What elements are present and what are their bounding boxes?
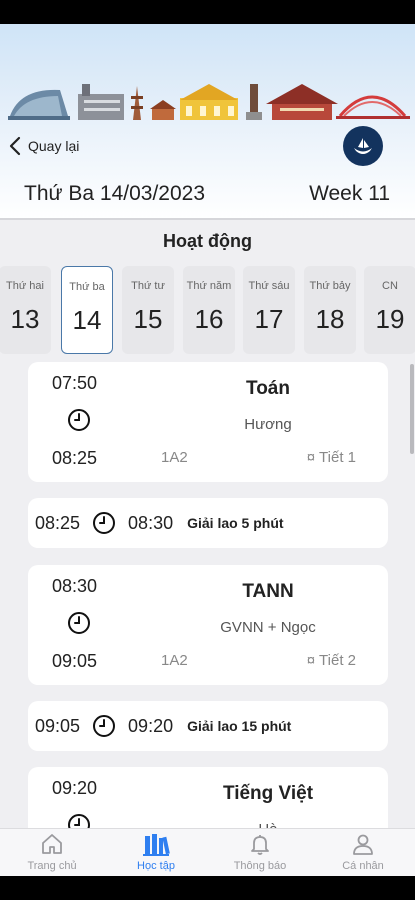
day-date: 13 bbox=[10, 304, 40, 334]
clock-icon bbox=[68, 814, 90, 828]
break-label: Giải lao 15 phút bbox=[187, 718, 292, 734]
current-date-title: Thứ Ba 14/03/2023 bbox=[24, 182, 206, 205]
lesson-teacher: GVNN + Ngọc bbox=[220, 619, 316, 636]
lesson-subject: Tiếng Việt bbox=[222, 783, 314, 804]
break-start-time: 09:05 bbox=[35, 715, 81, 736]
app-screen: Quay lại Thứ Ba 14/03/2023 Week 11 Hoạt … bbox=[0, 24, 415, 876]
day-wednesday[interactable]: Thứ tư 15 bbox=[122, 266, 174, 354]
tab-label: Trang chủ bbox=[27, 860, 77, 872]
home-indicator-bar bbox=[0, 876, 415, 900]
day-date: 14 bbox=[72, 305, 102, 335]
lesson-card[interactable]: 09:20 Tiếng Việt Hà bbox=[28, 767, 388, 828]
break-start-time: 08:25 bbox=[35, 512, 81, 533]
lesson-start-time: 07:50 bbox=[52, 373, 98, 393]
lesson-start-time: 08:30 bbox=[52, 576, 98, 596]
tab-label: Cá nhân bbox=[342, 860, 384, 872]
header-banner: Quay lại Thứ Ba 14/03/2023 Week 11 bbox=[0, 24, 415, 219]
lesson-end-time: 09:05 bbox=[52, 651, 98, 671]
day-thursday[interactable]: Thứ năm 16 bbox=[183, 266, 235, 354]
tab-label: Thông báo bbox=[233, 860, 287, 872]
day-name: CN bbox=[382, 280, 398, 292]
school-logo bbox=[343, 126, 383, 166]
day-name: Thứ sáu bbox=[248, 280, 290, 292]
day-tuesday[interactable]: Thứ ba 14 bbox=[61, 266, 113, 354]
bottom-tab-bar: Trang chủ Học tập Thông báo Cá nhân bbox=[0, 828, 415, 876]
home-icon bbox=[42, 834, 62, 854]
lesson-card[interactable]: 07:50 08:25 Toán Hương 1A2 ¤ Tiết 1 bbox=[28, 362, 388, 482]
day-sunday[interactable]: CN 19 bbox=[364, 266, 415, 354]
lesson-end-time: 08:25 bbox=[52, 448, 98, 468]
chevron-left-icon bbox=[9, 136, 21, 156]
clock-icon bbox=[93, 512, 116, 534]
lesson-room: 1A2 bbox=[161, 652, 188, 669]
status-bar bbox=[0, 0, 415, 24]
schedule-list[interactable]: 07:50 08:25 Toán Hương 1A2 ¤ Tiết 1 08:2… bbox=[0, 362, 415, 828]
lesson-subject: TANN bbox=[242, 581, 294, 602]
tab-home[interactable]: Trang chủ bbox=[0, 829, 104, 876]
break-card: 08:25 08:30 Giải lao 5 phút bbox=[28, 498, 388, 548]
day-date: 16 bbox=[194, 304, 224, 334]
lesson-period: ¤ Tiết 2 bbox=[306, 652, 356, 669]
week-label: Week 11 bbox=[309, 182, 390, 205]
day-name: Thứ tư bbox=[131, 280, 165, 292]
tab-study[interactable]: Học tập bbox=[104, 829, 208, 876]
bell-icon bbox=[251, 835, 269, 855]
lesson-subject: Toán bbox=[246, 378, 290, 399]
week-day-selector: Thứ hai 13 Thứ ba 14 Thứ tư 15 Thứ năm 1… bbox=[0, 264, 415, 356]
day-date: 15 bbox=[133, 304, 163, 334]
tab-profile[interactable]: Cá nhân bbox=[311, 829, 415, 876]
day-name: Thứ năm bbox=[186, 280, 232, 292]
user-icon bbox=[353, 834, 373, 855]
lesson-teacher: Hà bbox=[148, 821, 388, 828]
day-saturday[interactable]: Thứ bảy 18 bbox=[304, 266, 356, 354]
header-divider bbox=[0, 218, 415, 220]
tab-notifications[interactable]: Thông báo bbox=[208, 829, 312, 876]
lesson-card[interactable]: 08:30 09:05 TANN GVNN + Ngọc 1A2 ¤ Tiết … bbox=[28, 565, 388, 685]
day-friday[interactable]: Thứ sáu 17 bbox=[243, 266, 295, 354]
books-icon bbox=[143, 834, 170, 856]
day-name: Thứ hai bbox=[6, 280, 44, 292]
back-button[interactable]: Quay lại bbox=[8, 132, 79, 160]
day-monday[interactable]: Thứ hai 13 bbox=[0, 266, 51, 354]
city-skyline-illustration bbox=[8, 84, 410, 120]
lesson-room: 1A2 bbox=[161, 449, 188, 466]
day-date: 18 bbox=[315, 304, 345, 334]
lesson-teacher: Hương bbox=[244, 416, 292, 433]
lesson-start-time: 09:20 bbox=[52, 778, 98, 798]
scrollbar[interactable] bbox=[410, 364, 414, 454]
day-date: 17 bbox=[254, 304, 284, 334]
break-card: 09:05 09:20 Giải lao 15 phút bbox=[28, 701, 388, 751]
break-end-time: 09:20 bbox=[128, 715, 174, 736]
clock-icon bbox=[93, 715, 116, 737]
lesson-period: ¤ Tiết 1 bbox=[306, 449, 356, 466]
tab-label: Học tập bbox=[137, 860, 175, 872]
section-title: Hoạt động bbox=[163, 231, 252, 251]
day-name: Thứ bảy bbox=[309, 280, 351, 292]
break-label: Giải lao 5 phút bbox=[187, 515, 284, 531]
clock-icon bbox=[68, 612, 90, 634]
back-label: Quay lại bbox=[28, 138, 80, 154]
day-name: Thứ ba bbox=[69, 281, 105, 293]
day-date: 19 bbox=[375, 304, 405, 334]
clock-icon bbox=[68, 409, 90, 431]
break-end-time: 08:30 bbox=[128, 512, 174, 533]
